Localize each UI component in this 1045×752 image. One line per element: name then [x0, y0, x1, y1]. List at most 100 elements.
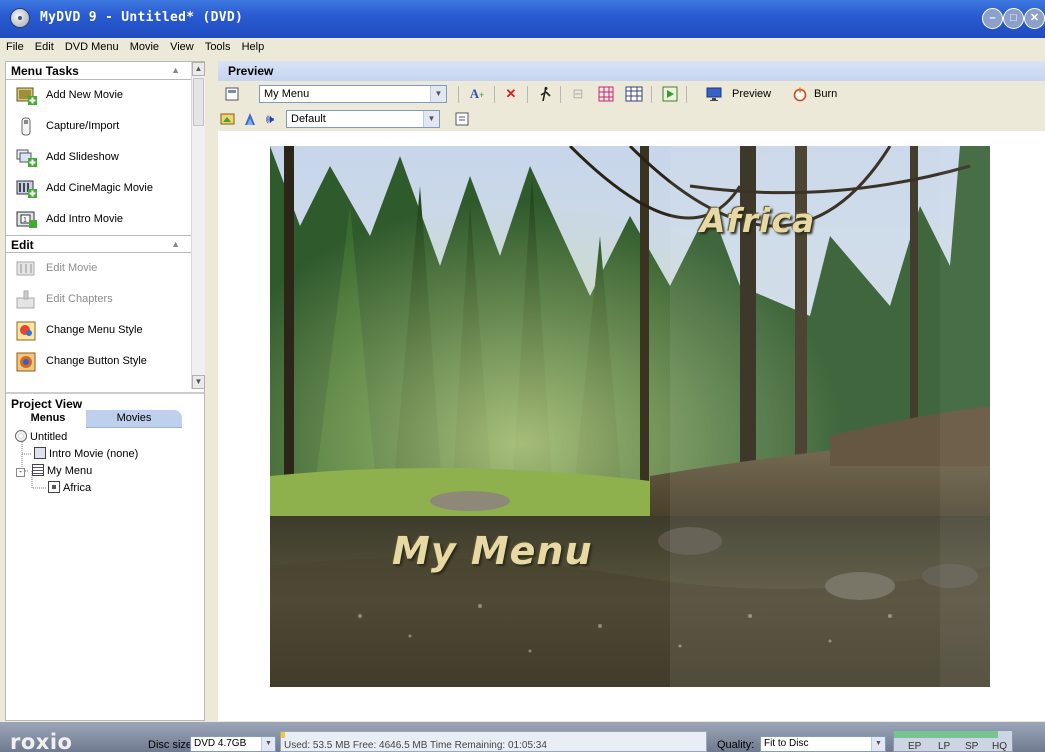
window-title: MyDVD 9 - Untitled* (DVD)	[40, 10, 244, 25]
tab-movies[interactable]: Movies	[86, 410, 182, 428]
preview-button[interactable]: Preview	[732, 88, 771, 100]
edit-movie-task[interactable]: Edit Movie	[6, 253, 204, 284]
tab-menus[interactable]: Menus	[10, 410, 86, 428]
change-button-style-task[interactable]: Change Button Style	[6, 346, 204, 377]
quality-level-label: LP	[938, 741, 951, 752]
add-cinemagic-task[interactable]: Add CineMagic Movie	[6, 173, 204, 204]
play-motion-icon[interactable]	[662, 86, 678, 102]
task-label: Edit Chapters	[46, 293, 113, 305]
chevron-down-icon[interactable]: ▼	[430, 86, 446, 102]
delete-icon[interactable]: ✕	[503, 86, 519, 102]
task-scrollbar[interactable]: ▲ ▼	[191, 62, 205, 389]
toolbar-divider	[651, 86, 652, 103]
button-icon	[48, 481, 60, 493]
capture-icon	[21, 117, 31, 136]
minimize-button[interactable]: –	[982, 8, 1003, 29]
scroll-down-arrow-icon[interactable]: ▼	[192, 375, 205, 389]
add-intro-movie-task[interactable]: 1 Add Intro Movie	[6, 204, 204, 235]
chevron-down-icon[interactable]: ▼	[871, 737, 885, 751]
audio-select[interactable]: Default ▼	[286, 110, 440, 128]
task-panel: Menu Tasks ▲ Add New Movie Capture/Impor…	[5, 61, 205, 721]
task-label: Change Menu Style	[46, 324, 143, 336]
monitor-icon	[706, 86, 722, 102]
intro-movie-icon	[34, 447, 46, 459]
preview-canvas: Africa My Menu	[218, 131, 1045, 721]
menu-background-image[interactable]: Africa My Menu	[270, 146, 990, 687]
menu-style-icon	[16, 321, 36, 341]
menu-select[interactable]: My Menu ▼	[259, 85, 447, 103]
task-label: Change Button Style	[46, 355, 147, 367]
align-icon[interactable]: ⊟	[570, 86, 586, 102]
forest-scene-image	[270, 146, 990, 687]
project-tabs: Menus Movies	[6, 410, 204, 428]
capture-import-task[interactable]: Capture/Import	[6, 111, 204, 142]
quality-level-label: HQ	[992, 741, 1007, 752]
menu-icon	[32, 464, 44, 476]
disc-size-label: Disc size:	[148, 739, 196, 751]
background-image-icon[interactable]	[220, 111, 236, 127]
menu-list-icon[interactable]	[224, 86, 240, 102]
edit-title: Edit	[11, 238, 34, 252]
quality-value: Fit to Disc	[764, 738, 809, 749]
menu-dvd-menu[interactable]: DVD Menu	[65, 41, 119, 53]
menu-tools[interactable]: Tools	[205, 41, 231, 53]
toolbar-divider	[527, 86, 528, 103]
chevron-down-icon[interactable]: ▼	[261, 737, 275, 751]
motion-menu-icon[interactable]	[242, 111, 258, 127]
add-slideshow-task[interactable]: Add Slideshow	[6, 142, 204, 173]
quality-level-label: SP	[965, 741, 979, 752]
edit-chapters-task[interactable]: Edit Chapters	[6, 284, 204, 315]
toolbar-divider	[686, 86, 687, 103]
close-button[interactable]: ✕	[1024, 8, 1045, 29]
menu-view[interactable]: View	[170, 41, 194, 53]
africa-menu-button[interactable]: Africa	[700, 201, 815, 240]
add-movie-icon	[16, 87, 37, 105]
audio-settings-icon[interactable]	[454, 111, 470, 127]
collapse-icon[interactable]: ▲	[171, 239, 180, 249]
project-tree: Untitled Intro Movie (none) - My Menu Afr…	[6, 428, 204, 508]
safe-area-icon[interactable]	[625, 86, 643, 102]
preview-toolbar: My Menu ▼ A+ ✕ ⊟ Preview Burn	[218, 82, 1045, 106]
dvd-app-icon[interactable]	[10, 8, 30, 28]
quality-select[interactable]: Fit to Disc ▼	[760, 736, 886, 752]
svg-text:1: 1	[23, 217, 27, 224]
toolbar-divider	[458, 86, 459, 103]
edit-header[interactable]: Edit ▲	[6, 235, 204, 253]
disc-size-select[interactable]: DVD 4.7GB ▼	[190, 736, 276, 752]
speaker-icon[interactable]: 🕪	[262, 111, 278, 127]
disc-usage-meter: Used: 53.5 MB Free: 4646.5 MB Time Remai…	[280, 731, 707, 752]
burn-button[interactable]: Burn	[814, 88, 837, 100]
grid-icon[interactable]	[598, 86, 614, 102]
scroll-up-arrow-icon[interactable]: ▲	[192, 62, 205, 76]
disc-size-value: DVD 4.7GB	[194, 738, 247, 749]
change-menu-style-task[interactable]: Change Menu Style	[6, 315, 204, 346]
tree-item-untitled[interactable]: Untitled	[15, 430, 67, 446]
disc-icon	[15, 430, 27, 442]
edit-chapters-icon	[16, 290, 35, 309]
menu-file[interactable]: File	[6, 41, 24, 53]
task-label: Add Intro Movie	[46, 213, 124, 225]
maximize-button[interactable]: □	[1003, 8, 1024, 29]
burn-icon	[792, 86, 808, 102]
add-slideshow-icon	[16, 149, 37, 167]
tree-item-africa[interactable]: Africa	[48, 481, 91, 497]
chevron-down-icon[interactable]: ▼	[423, 111, 439, 127]
add-text-icon[interactable]: A+	[469, 86, 485, 102]
collapse-icon[interactable]: ▲	[171, 65, 180, 75]
menu-help[interactable]: Help	[242, 41, 265, 53]
tree-item-my-menu[interactable]: - My Menu	[16, 464, 92, 480]
task-label: Add New Movie	[46, 89, 124, 101]
pointer-icon[interactable]	[538, 86, 554, 102]
tree-item-intro-movie[interactable]: Intro Movie (none)	[34, 447, 138, 463]
scroll-thumb[interactable]	[193, 78, 204, 126]
disc-usage-fill	[281, 732, 286, 738]
tree-expander-icon[interactable]: -	[16, 468, 25, 477]
quality-meter-fill	[894, 731, 998, 738]
tasks-scroll-area: Menu Tasks ▲ Add New Movie Capture/Impor…	[6, 62, 205, 392]
menu-tasks-header[interactable]: Menu Tasks ▲	[6, 62, 204, 80]
menu-edit[interactable]: Edit	[35, 41, 54, 53]
menu-title-text[interactable]: My Menu	[392, 529, 593, 573]
menu-movie[interactable]: Movie	[130, 41, 159, 53]
quality-level-label: EP	[908, 741, 922, 752]
add-new-movie-task[interactable]: Add New Movie	[6, 80, 204, 111]
